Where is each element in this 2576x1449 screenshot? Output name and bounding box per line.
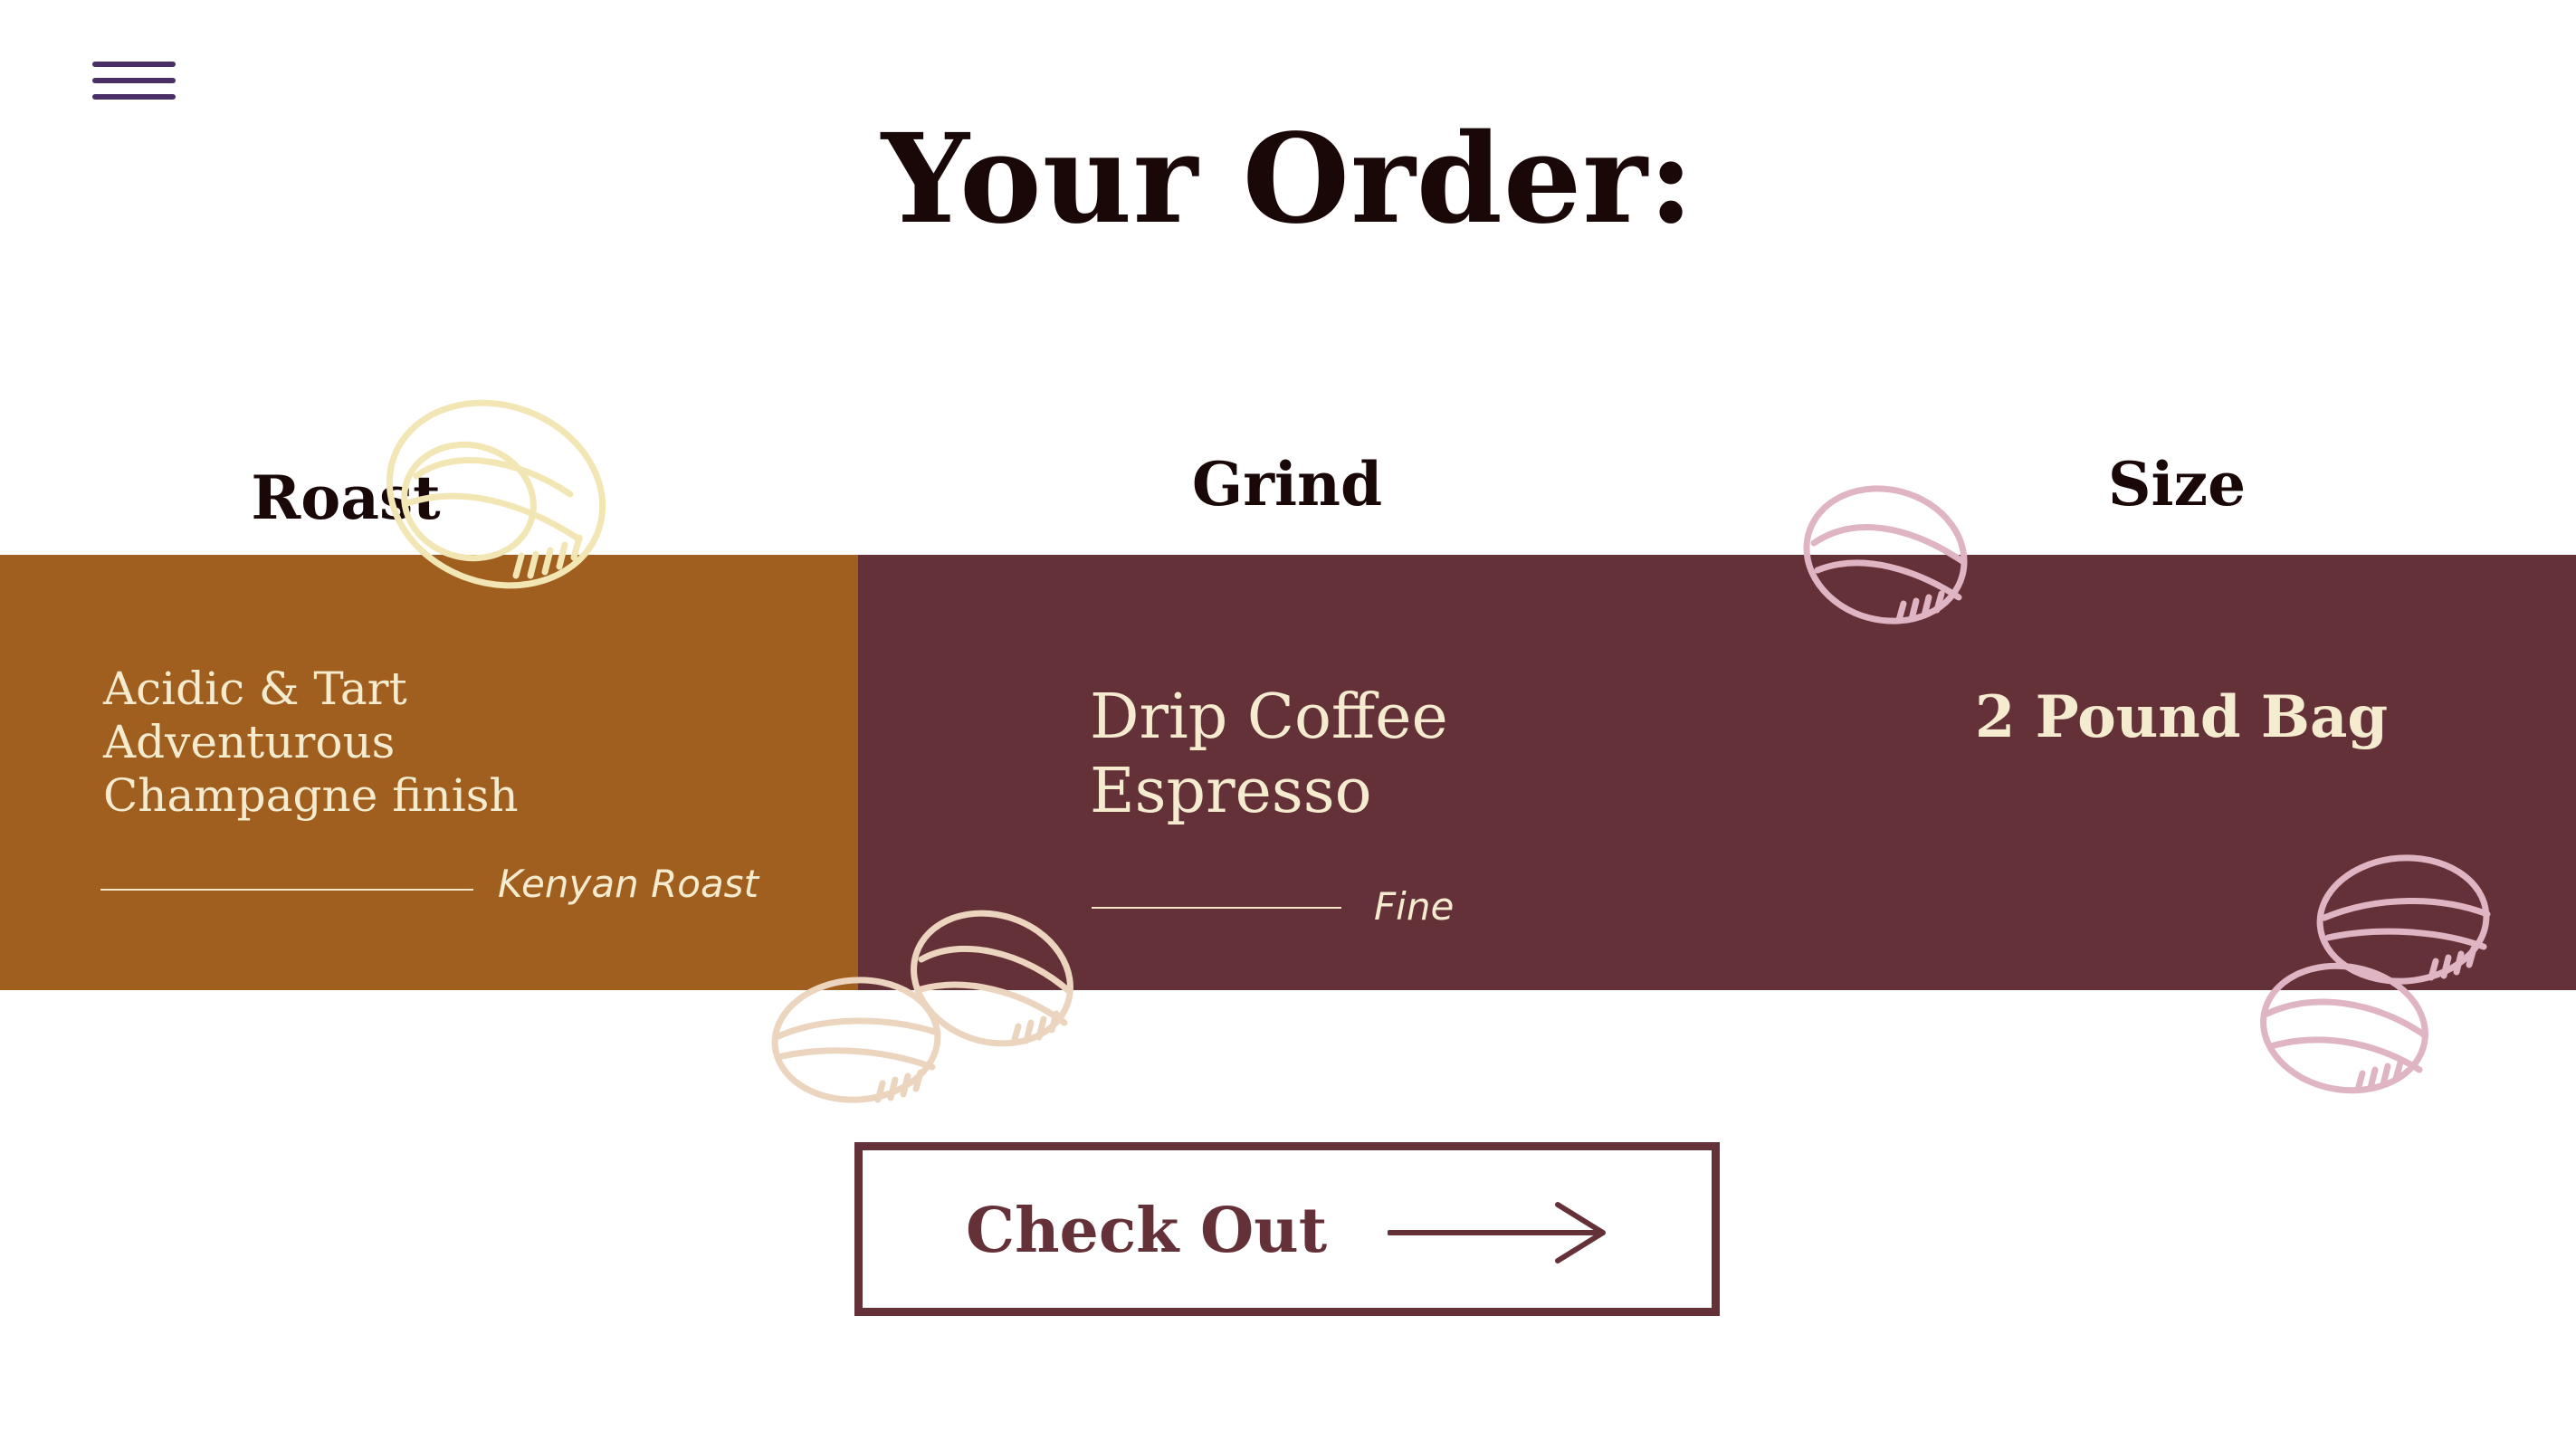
grind-option: Espresso xyxy=(1090,756,1372,827)
grind-divider xyxy=(1092,907,1341,909)
coffee-bean-icon xyxy=(771,977,941,1103)
checkout-button[interactable]: Check Out xyxy=(854,1142,1720,1316)
roast-name-caption: Kenyan Roast xyxy=(498,862,759,906)
arrow-right-icon xyxy=(1388,1202,1606,1263)
roast-divider xyxy=(100,889,473,891)
page-title: Your Order: xyxy=(881,107,1695,252)
roast-note: Champagne finish xyxy=(103,769,519,822)
grind-options: Drip Coffee Espresso xyxy=(1090,681,1448,829)
grind-option: Drip Coffee xyxy=(1090,682,1448,753)
menu-bar xyxy=(92,94,176,100)
roast-note: Acidic & Tart xyxy=(103,663,407,715)
roast-heading: Roast xyxy=(251,462,441,533)
grind-heading: Grind xyxy=(1191,449,1383,520)
size-value: 2 Pound Bag xyxy=(1974,683,2389,751)
checkout-label: Check Out xyxy=(966,1195,1328,1267)
grind-level-caption: Fine xyxy=(1374,884,1455,929)
hamburger-menu-icon[interactable] xyxy=(92,62,176,107)
size-heading: Size xyxy=(2107,449,2247,520)
menu-bar xyxy=(92,62,176,67)
roast-notes: Acidic & Tart Adventurous Champagne fini… xyxy=(103,663,519,823)
roast-note: Adventurous xyxy=(103,716,396,768)
menu-bar xyxy=(92,78,176,83)
order-page: Your Order: Roast Grind Size Acidic & Ta… xyxy=(0,0,2576,1449)
